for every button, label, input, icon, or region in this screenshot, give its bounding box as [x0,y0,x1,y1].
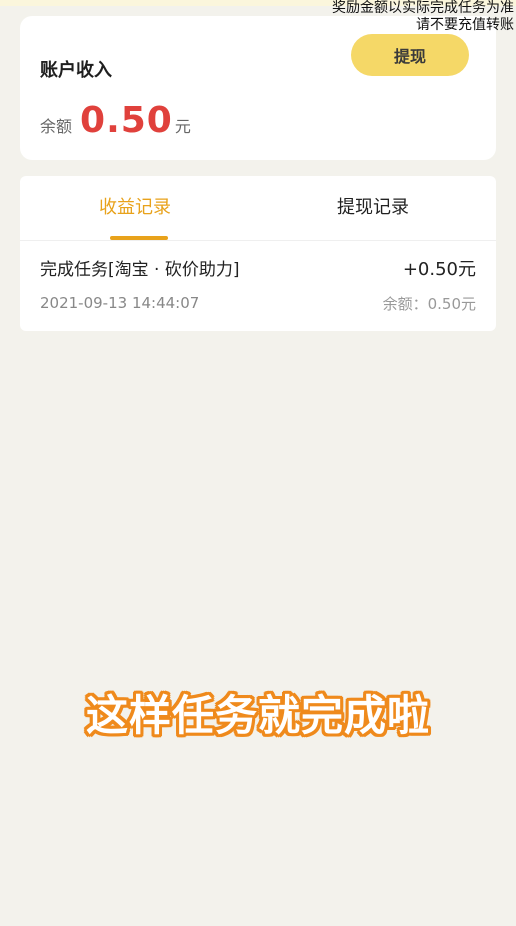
account-income-card: 账户收入 提现 余额 0.50 元 [20,16,496,160]
record-balance: 余额：0.50元 [382,295,476,313]
tab-income-records[interactable]: 收益记录 [99,196,171,220]
balance-label: 余额 [40,117,73,136]
active-tab-indicator [110,236,168,240]
account-title: 账户收入 [40,60,112,81]
video-caption: 这样任务就完成啦 [85,691,430,740]
balance-row: 余额 0.50 元 [40,100,191,141]
tab-withdraw-records[interactable]: 提现记录 [337,196,409,220]
record-amount: +0.50元 [402,259,476,280]
reward-notice-line2: 请不要充值转账 [416,17,514,33]
records-tabs: 收益记录 提现记录 [20,176,496,241]
reward-notice-line1: 奖励金额以实际完成任务为准 [332,0,514,16]
record-timestamp: 2021-09-13 14:44:07 [40,294,200,312]
record-title: 完成任务[淘宝 · 砍价助力] [40,260,240,280]
records-card: 收益记录 提现记录 完成任务[淘宝 · 砍价助力] 2021-09-13 14:… [20,176,496,331]
balance-value: 0.50 [80,100,173,141]
reward-notice: 奖励金额以实际完成任务为准 请不要充值转账 [332,0,516,34]
withdraw-button[interactable]: 提现 [351,34,469,76]
list-item[interactable]: 完成任务[淘宝 · 砍价助力] 2021-09-13 14:44:07 +0.5… [20,241,496,331]
balance-unit: 元 [174,117,191,136]
